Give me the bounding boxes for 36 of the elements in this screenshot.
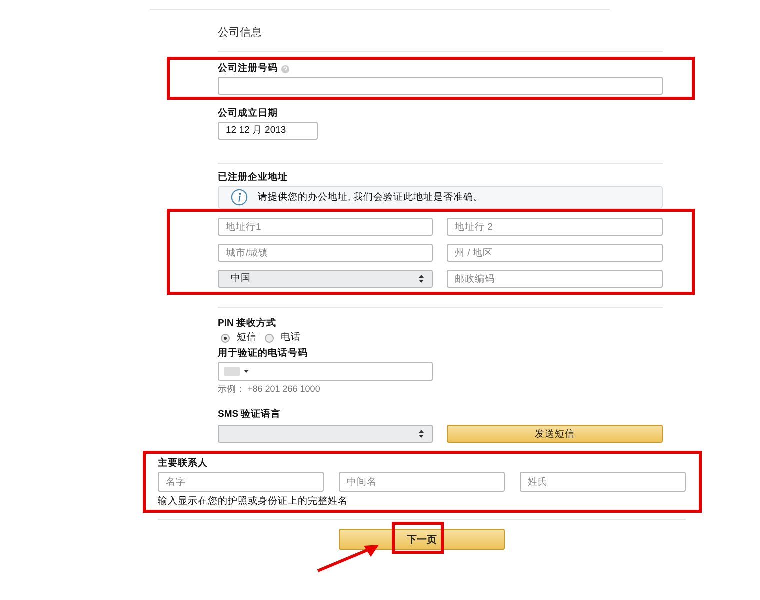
radio-label: 电话	[281, 332, 301, 344]
registration-number-field[interactable]	[218, 77, 663, 95]
name-field[interactable]: 姓氏	[520, 472, 686, 492]
sort-arrows-icon	[419, 430, 424, 438]
radio-button[interactable]	[265, 334, 274, 342]
notice-text: 请提供您的办公地址, 我们会验证此地址是否准确。	[258, 192, 484, 204]
field-label: SMS 验证语言	[218, 409, 282, 421]
field-label: 已注册企业地址	[218, 172, 289, 184]
address-field[interactable]: 地址行 2	[447, 218, 663, 236]
country-select[interactable]: 中国	[218, 270, 433, 288]
help-icon[interactable]	[281, 64, 290, 74]
address-field[interactable]: 城市/城镇	[218, 244, 433, 262]
next-button[interactable]: 下一页	[339, 529, 505, 550]
field-label: 用于验证的电话号码	[218, 348, 309, 360]
pointer-arrow	[315, 542, 381, 574]
field-label: 公司成立日期	[218, 108, 279, 120]
date-field[interactable]: 12 12 月 2013	[218, 122, 318, 140]
address-field[interactable]: 邮政编码	[447, 270, 663, 288]
hint-text: 输入显示在您的护照或身份证上的完整姓名	[158, 496, 349, 508]
field-label: PIN 接收方式	[218, 318, 278, 330]
field-label: 主要联系人	[158, 458, 209, 470]
example-text: 示例： +86 201 266 1000	[218, 383, 322, 395]
name-field[interactable]: 名字	[158, 472, 324, 492]
address-field[interactable]: 州 / 地区	[447, 244, 663, 262]
address-field[interactable]: 地址行1	[218, 218, 433, 236]
name-field[interactable]: 中间名	[339, 472, 505, 492]
sort-arrows-icon	[419, 275, 424, 283]
send-sms-button[interactable]: 发送短信	[447, 425, 663, 443]
caret-icon	[244, 370, 249, 373]
field-label: 公司注册号码	[218, 63, 278, 75]
section-title: 公司信息	[218, 27, 663, 52]
phone-field[interactable]	[218, 362, 433, 381]
radio-button[interactable]	[221, 334, 230, 342]
info-icon	[231, 189, 248, 206]
language-select[interactable]	[218, 425, 433, 443]
radio-label: 短信	[237, 332, 257, 344]
